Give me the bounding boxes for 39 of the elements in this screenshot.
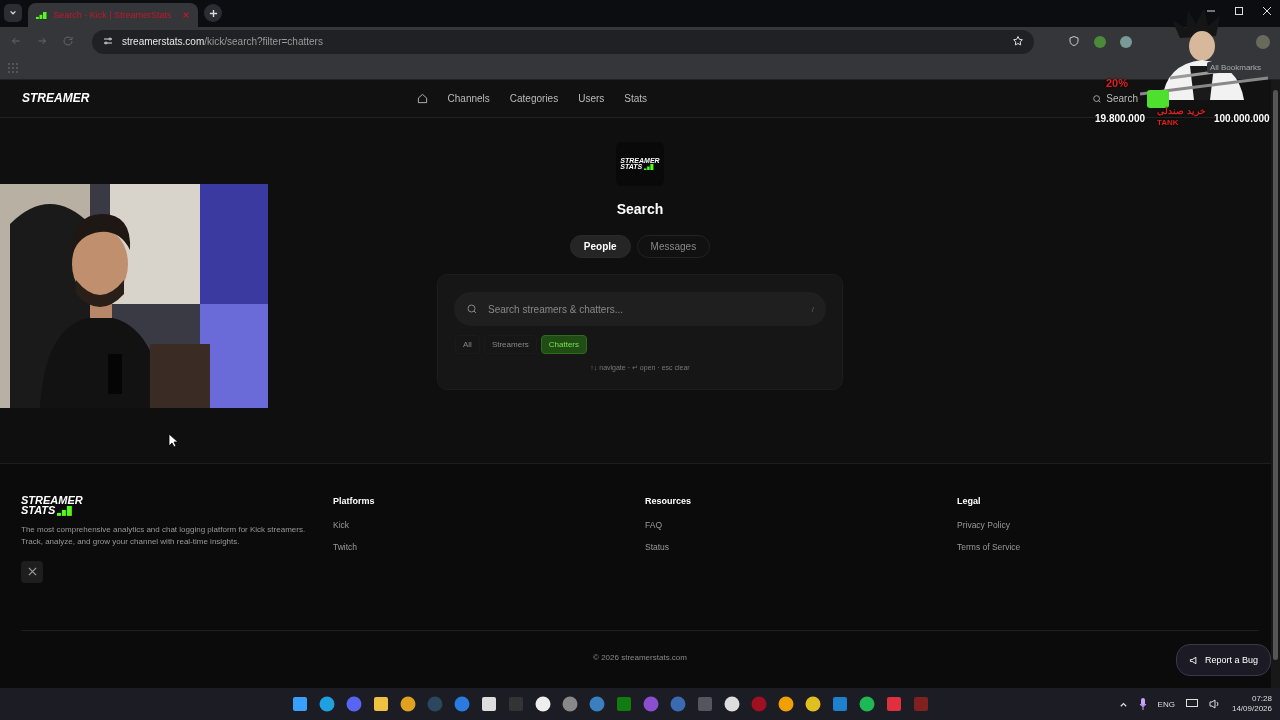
page-title: Search: [616, 201, 664, 217]
price-label: 100.000.000: [1214, 113, 1270, 124]
search-input[interactable]: Search streamers & chatters...: [486, 302, 804, 316]
footer-link[interactable]: Status: [645, 542, 957, 552]
filter-chip[interactable]: Chatters: [540, 335, 588, 354]
footer-link[interactable]: Kick: [333, 520, 645, 530]
footer-link[interactable]: Twitch: [333, 542, 645, 552]
bookmarks-folder[interactable]: All Bookmarks: [1206, 62, 1264, 73]
discount-label: 20%: [1106, 77, 1129, 89]
nav-link[interactable]: Users: [578, 93, 605, 104]
address-bar[interactable]: streamerstats.com/kick/search?filter=chatters: [92, 29, 1034, 54]
footer-link[interactable]: FAQ: [645, 520, 957, 530]
search-button[interactable]: Search: [1092, 93, 1138, 104]
search-mode-tab[interactable]: Messages: [636, 235, 711, 258]
report-bug-button[interactable]: Report a Bug: [1175, 644, 1271, 676]
logo-text: STREAMER: [22, 93, 90, 104]
nav-link[interactable]: Channels: [447, 93, 490, 104]
nav-link[interactable]: Categories: [509, 93, 559, 104]
price-label: 19.800.000: [1095, 113, 1146, 124]
nav-link[interactable]: Stats: [624, 93, 648, 104]
language-indicator[interactable]: ENG: [1157, 699, 1175, 709]
footer-link[interactable]: Terms of Service: [957, 542, 1259, 552]
footer-description: The most comprehensive analytics and chat logging platform for Kick streamers. Track, analyze, and grow your channel with real-time insights.: [21, 523, 307, 549]
logo-text: STATS: [21, 505, 56, 516]
footer-heading: Resources: [645, 496, 693, 506]
promo-caption: TANK: [1157, 118, 1179, 127]
copyright-text: © 2026 streamerstats.com: [593, 653, 687, 662]
search-mode-tab[interactable]: People: [569, 235, 631, 258]
clock[interactable]: 07:28 14/09/2026: [1231, 693, 1272, 715]
promo-caption: خرید صندلی: [1157, 106, 1206, 116]
filter-chip[interactable]: All: [455, 335, 480, 354]
url-text: streamerstats.com/kick/search?filter=chatters: [122, 36, 324, 47]
footer-link[interactable]: Privacy Policy: [957, 520, 1259, 530]
filter-chip[interactable]: Streamers: [483, 335, 537, 354]
footer-heading: Platforms: [333, 496, 376, 506]
footer-heading: Legal: [957, 496, 982, 506]
logo-text: STREAMER: [21, 496, 84, 506]
tab-title: Search - Kick | StreamerStats: [53, 10, 173, 20]
shortcut-key: /: [811, 304, 814, 314]
